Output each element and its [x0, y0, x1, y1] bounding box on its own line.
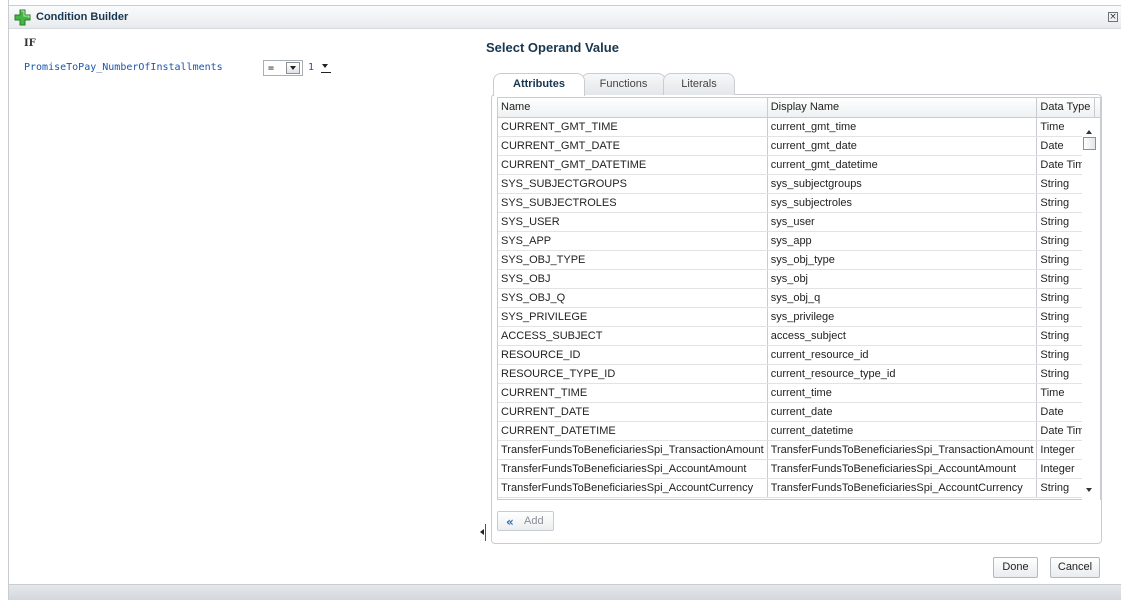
table-row[interactable]: SYS_PRIVILEGEsys_privilegeStringi [498, 307, 1100, 327]
table-row[interactable]: RESOURCE_IDcurrent_resource_idStringi [498, 345, 1100, 365]
cell-display: sys_obj_type [767, 250, 1038, 270]
scroll-thumb[interactable] [1083, 137, 1096, 150]
cell-display: sys_app [767, 231, 1038, 251]
add-label: Add [524, 515, 544, 527]
cell-display: current_datetime [767, 421, 1038, 441]
double-chevron-left-icon: « [506, 515, 514, 529]
cell-name: SYS_OBJ_Q [498, 288, 768, 308]
cancel-button[interactable]: Cancel [1050, 557, 1100, 578]
cell-display: sys_subjectgroups [767, 174, 1038, 194]
cell-name: TransferFundsToBeneficiariesSpi_AccountA… [498, 459, 768, 479]
tab-attributes[interactable]: Attributes [493, 73, 585, 96]
done-button[interactable]: Done [993, 557, 1038, 578]
table-row[interactable]: TransferFundsToBeneficiariesSpi_AccountA… [498, 459, 1100, 479]
cell-display: current_time [767, 383, 1038, 403]
cell-display: current_date [767, 402, 1038, 422]
cell-display: TransferFundsToBeneficiariesSpi_AccountA… [767, 459, 1038, 479]
cell-name: TransferFundsToBeneficiariesSpi_AccountC… [498, 478, 768, 498]
panel-title: Select Operand Value [486, 40, 619, 55]
cell-name: RESOURCE_TYPE_ID [498, 364, 768, 384]
table-row[interactable]: SYS_OBJ_Qsys_obj_qStringi [498, 288, 1100, 308]
collapse-panel-handle[interactable] [480, 524, 486, 541]
tab-literals[interactable]: Literals [663, 73, 735, 95]
green-plus-icon [14, 9, 31, 26]
scroll-down-icon[interactable] [1086, 488, 1092, 492]
cell-name: CURRENT_GMT_DATE [498, 136, 768, 156]
table-row[interactable]: RESOURCE_TYPE_ID current_resource_type_id… [498, 364, 1100, 384]
dialog-bottom-bar [9, 584, 1121, 600]
cell-display: current_gmt_datetime [767, 155, 1038, 175]
column-header-data-type[interactable]: Data Type [1036, 98, 1095, 118]
table-row[interactable]: CURRENT_GMT_TIMEcurrent_gmt_timeTimei [498, 117, 1100, 137]
table-scrollbar[interactable] [1082, 118, 1100, 500]
operator-value: = [268, 63, 275, 74]
add-button[interactable]: « Add [497, 511, 554, 531]
cell-name: SYS_SUBJECTROLES [498, 193, 768, 213]
table-row[interactable]: SYS_OBJ_TYPEsys_obj_typeStringi [498, 250, 1100, 270]
cell-name: RESOURCE_ID [498, 345, 768, 365]
table-row[interactable]: SYS_SUBJECTROLESsys_subjectrolesStringi [498, 193, 1100, 213]
cell-name: SYS_APP [498, 231, 768, 251]
table-row[interactable]: SYS_OBJsys_objStringi [498, 269, 1100, 289]
table-row[interactable]: CURRENT_GMT_DATETIME current_gmt_datetime… [498, 155, 1100, 175]
scroll-up-icon[interactable] [1086, 130, 1092, 134]
cell-display: sys_privilege [767, 307, 1038, 327]
cell-display: TransferFundsToBeneficiariesSpi_AccountC… [767, 478, 1038, 498]
cell-display: current_gmt_date [767, 136, 1038, 156]
cell-name: CURRENT_DATETIME [498, 421, 768, 441]
operand-value[interactable]: 1 [308, 62, 314, 73]
table-row[interactable]: TransferFundsToBeneficiariesSpi_AccountC… [498, 478, 1100, 498]
table-row[interactable]: ACCESS_SUBJECTaccess_subjectStringi [498, 326, 1100, 346]
attributes-table: Name Display Name Data Type CURRENT_GMT_… [497, 97, 1101, 500]
column-header-info [1094, 98, 1100, 118]
cell-display: sys_obj [767, 269, 1038, 289]
cell-display: TransferFundsToBeneficiariesSpi_Transact… [767, 440, 1038, 460]
column-header-display-name[interactable]: Display Name [767, 98, 1038, 118]
operator-select[interactable]: = [263, 60, 303, 76]
table-header-row: Name Display Name Data Type [498, 98, 1100, 118]
cell-display: sys_user [767, 212, 1038, 232]
cell-name: SYS_OBJ [498, 269, 768, 289]
cell-display: current_gmt_time [767, 117, 1038, 137]
cell-name: SYS_OBJ_TYPE [498, 250, 768, 270]
dialog-title: Condition Builder [36, 11, 129, 23]
cell-name: TransferFundsToBeneficiariesSpi_Transact… [498, 440, 768, 460]
table-row[interactable]: CURRENT_DATEcurrent_dateDatei [498, 402, 1100, 422]
cell-display: current_resource_type_id [767, 364, 1038, 384]
cell-name: CURRENT_GMT_TIME [498, 117, 768, 137]
title-bar: Condition Builder × [9, 5, 1121, 29]
cell-display: sys_subjectroles [767, 193, 1038, 213]
table-row[interactable]: SYS_USERsys_userStringi [498, 212, 1100, 232]
cell-name: CURRENT_GMT_DATETIME [498, 155, 768, 175]
cell-display: access_subject [767, 326, 1038, 346]
close-icon[interactable]: × [1108, 12, 1118, 22]
if-keyword: IF [24, 38, 36, 49]
cell-name: SYS_USER [498, 212, 768, 232]
operand-dropdown-icon[interactable] [320, 62, 332, 73]
cell-name: CURRENT_TIME [498, 383, 768, 403]
table-row[interactable]: CURRENT_GMT_DATEcurrent_gmt_dateDatei [498, 136, 1100, 156]
table-row[interactable]: CURRENT_TIMEcurrent_timeTimei [498, 383, 1100, 403]
column-header-name[interactable]: Name [498, 98, 768, 118]
cell-name: ACCESS_SUBJECT [498, 326, 768, 346]
condition-attribute-link[interactable]: PromiseToPay_NumberOfInstallments [24, 62, 223, 73]
tab-functions[interactable]: Functions [581, 73, 666, 95]
cell-name: SYS_PRIVILEGE [498, 307, 768, 327]
table-row[interactable]: TransferFundsToBeneficiariesSpi_Transact… [498, 440, 1100, 460]
cell-display: current_resource_id [767, 345, 1038, 365]
triangle-left-icon [480, 529, 484, 535]
chevron-down-icon[interactable] [286, 62, 300, 74]
table-row[interactable]: SYS_SUBJECTGROUPS sys_subjectgroups String… [498, 174, 1100, 194]
table-row[interactable]: SYS_APPsys_appStringi [498, 231, 1100, 251]
cell-display: sys_obj_q [767, 288, 1038, 308]
cell-name: CURRENT_DATE [498, 402, 768, 422]
cell-name: SYS_SUBJECTGROUPS [498, 174, 768, 194]
table-row[interactable]: CURRENT_DATETIME current_datetime Date Tim… [498, 421, 1100, 441]
